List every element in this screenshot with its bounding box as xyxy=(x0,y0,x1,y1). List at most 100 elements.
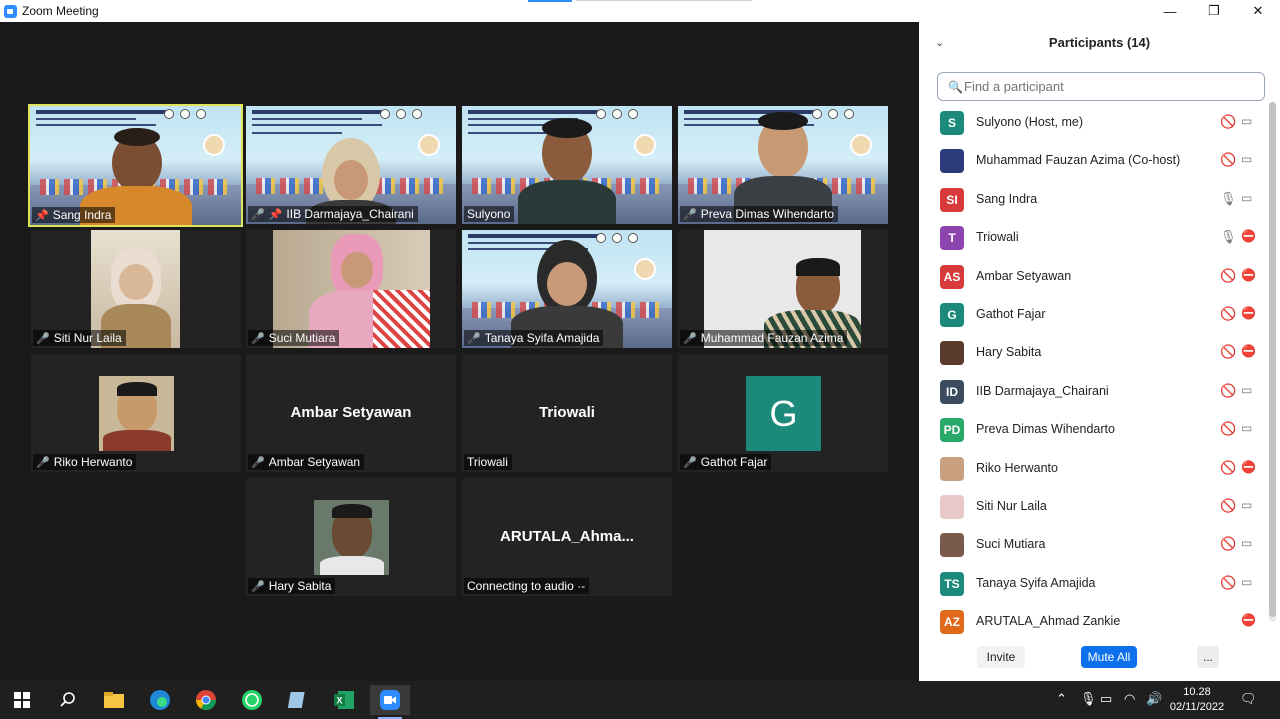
participant-row[interactable]: G Gathot Fajar 🚫 ⛔ xyxy=(919,296,1269,334)
microphone-icon[interactable]: 🎙 xyxy=(1220,229,1237,245)
excel-icon[interactable]: X xyxy=(324,685,364,715)
mute-all-button[interactable]: Mute All xyxy=(1081,646,1137,668)
participant-initials: SI xyxy=(940,187,964,212)
minimize-button[interactable]: — xyxy=(1148,0,1192,22)
file-explorer-icon[interactable] xyxy=(94,685,134,715)
video-tile[interactable]: 🎤 Preva Dimas Wihendarto xyxy=(678,106,888,224)
participant-row[interactable]: AZ ARUTALA_Ahmad Zankie ⛔ xyxy=(919,603,1269,634)
video-camera-icon[interactable]: ▭ xyxy=(1241,152,1252,166)
participant-initials: T xyxy=(940,226,964,251)
video-tile[interactable]: G 🎤 Gathot Fajar xyxy=(678,354,888,472)
video-off-icon[interactable]: ⛔ xyxy=(1241,613,1256,627)
participant-name: Siti Nur Laila xyxy=(976,499,1047,513)
video-off-icon[interactable]: ⛔ xyxy=(1241,344,1256,358)
video-off-icon[interactable]: ⛔ xyxy=(1241,268,1256,282)
video-tile[interactable]: Sulyono xyxy=(462,106,672,224)
view-tab-indicator xyxy=(528,0,572,2)
muted-mic-icon[interactable]: 🚫 xyxy=(1220,498,1236,514)
video-camera-icon[interactable]: ▭ xyxy=(1241,536,1252,550)
close-button[interactable]: ✕ xyxy=(1236,0,1280,22)
muted-mic-icon[interactable]: 🚫 xyxy=(1220,306,1236,322)
microphone-tray-icon[interactable]: 🎙 xyxy=(1080,691,1097,707)
video-tile[interactable]: 🎤 Siti Nur Laila xyxy=(31,230,241,348)
scrollbar-thumb[interactable] xyxy=(1269,102,1276,617)
video-tile[interactable]: Ambar Setyawan 🎤 Ambar Setyawan xyxy=(246,354,456,472)
video-tile[interactable]: 🎤 📌 IIB Darmajaya_Chairani xyxy=(246,106,456,224)
participant-row[interactable]: Riko Herwanto 🚫 ⛔ xyxy=(919,450,1269,488)
video-off-icon[interactable]: ⛔ xyxy=(1241,229,1256,243)
video-camera-icon[interactable]: ▭ xyxy=(1241,383,1252,397)
video-camera-icon[interactable]: ▭ xyxy=(1241,498,1252,512)
panel-title: Participants (14) xyxy=(1048,35,1151,50)
maximize-button[interactable]: ❐ xyxy=(1192,0,1236,22)
participant-initials: G xyxy=(940,303,964,327)
muted-mic-icon[interactable]: 🚫 xyxy=(1220,575,1236,591)
participant-row[interactable]: Muhammad Fauzan Azima (Co-host) 🚫 ▭ xyxy=(919,142,1269,180)
participant-name-display: Triowali xyxy=(539,404,595,421)
participant-row[interactable]: Hary Sabita 🚫 ⛔ xyxy=(919,334,1269,372)
windows-start-icon[interactable] xyxy=(2,685,42,715)
video-tile[interactable]: Triowali Triowali xyxy=(462,354,672,472)
microphone-icon[interactable]: 🎙 xyxy=(1220,191,1237,207)
video-camera-icon[interactable]: ▭ xyxy=(1241,421,1252,435)
video-off-icon[interactable]: ⛔ xyxy=(1241,306,1256,320)
participant-row[interactable]: AS Ambar Setyawan 🚫 ⛔ xyxy=(919,258,1269,296)
scrollbar[interactable] xyxy=(1269,102,1276,622)
window-titlebar: Zoom Meeting — ❐ ✕ xyxy=(0,0,1280,22)
muted-mic-icon[interactable]: 🚫 xyxy=(1220,460,1236,476)
wifi-icon[interactable]: ◠ xyxy=(1124,691,1135,707)
muted-mic-icon: 🎤 xyxy=(683,208,697,221)
zoom-taskbar-icon[interactable] xyxy=(370,685,410,719)
video-off-icon[interactable]: ⛔ xyxy=(1241,460,1256,474)
participant-row[interactable]: ID IIB Darmajaya_Chairani 🚫 ▭ xyxy=(919,373,1269,411)
participant-initials: AZ xyxy=(940,610,964,634)
participant-row[interactable]: Suci Mutiara 🚫 ▭ xyxy=(919,526,1269,564)
participant-search[interactable]: 🔍 xyxy=(937,72,1265,101)
muted-mic-icon[interactable]: 🚫 xyxy=(1220,344,1236,360)
muted-mic-icon[interactable]: 🚫 xyxy=(1220,536,1236,552)
video-tile[interactable]: 🎤 Muhammad Fauzan Azima xyxy=(678,230,888,348)
video-tile[interactable]: ARUTALA_Ahma... Connecting to audio ·- xyxy=(462,478,672,596)
participant-name: Sang Indra xyxy=(976,191,1038,206)
video-camera-icon[interactable]: ▭ xyxy=(1241,191,1252,205)
video-tile[interactable]: 🎤 Tanaya Syifa Amajida xyxy=(462,230,672,348)
battery-icon[interactable]: ▭ xyxy=(1100,691,1112,707)
muted-mic-icon[interactable]: 🚫 xyxy=(1220,114,1236,130)
chevron-up-icon[interactable]: ⌃ xyxy=(1056,691,1067,707)
participant-row[interactable]: Siti Nur Laila 🚫 ▭ xyxy=(919,488,1269,526)
search-icon[interactable] xyxy=(48,685,88,715)
video-tile[interactable]: 🎤 Hary Sabita xyxy=(246,478,456,596)
edge-icon[interactable] xyxy=(140,685,180,715)
notification-icon[interactable]: 🗨 xyxy=(1240,691,1257,707)
tile-name-label: Connecting to audio ·- xyxy=(464,578,590,594)
video-tile[interactable]: 🎤 Riko Herwanto xyxy=(31,354,241,472)
video-tile[interactable]: 🎤 Suci Mutiara xyxy=(246,230,456,348)
more-button[interactable]: ... xyxy=(1197,646,1219,668)
video-camera-icon[interactable]: ▭ xyxy=(1241,114,1252,128)
muted-mic-icon[interactable]: 🚫 xyxy=(1220,152,1236,168)
whatsapp-icon[interactable] xyxy=(232,685,272,715)
participant-video xyxy=(512,118,622,224)
chrome-icon[interactable] xyxy=(186,685,226,715)
system-clock[interactable]: 10.28 02/11/2022 xyxy=(1162,685,1232,715)
search-input[interactable] xyxy=(964,79,1254,94)
participant-row[interactable]: TS Tanaya Syifa Amajida 🚫 ▭ xyxy=(919,565,1269,603)
video-camera-icon[interactable]: ▭ xyxy=(1241,575,1252,589)
tile-name-label: 🎤 Ambar Setyawan xyxy=(248,454,365,470)
participant-initials: ID xyxy=(940,379,964,404)
video-tile[interactable]: 📌 Sang Indra xyxy=(28,104,243,227)
muted-mic-icon: 🎤 xyxy=(683,332,697,345)
notepad-icon[interactable] xyxy=(278,685,318,715)
muted-mic-icon[interactable]: 🚫 xyxy=(1220,268,1236,284)
invite-button[interactable]: Invite xyxy=(977,646,1025,668)
speaker-icon[interactable]: 🔊 xyxy=(1146,691,1162,707)
participant-row[interactable]: T Triowali 🎙 ⛔ xyxy=(919,219,1269,257)
participant-row[interactable]: SI Sang Indra 🎙 ▭ xyxy=(919,181,1269,219)
participant-row[interactable]: PD Preva Dimas Wihendarto 🚫 ▭ xyxy=(919,411,1269,449)
muted-mic-icon[interactable]: 🚫 xyxy=(1220,421,1236,437)
participant-row[interactable]: S Sulyono (Host, me) 🚫 ▭ xyxy=(919,104,1269,142)
muted-mic-icon: 🎤 xyxy=(251,580,265,593)
muted-mic-icon: 🎤 xyxy=(36,332,50,345)
participant-video xyxy=(99,376,174,451)
muted-mic-icon[interactable]: 🚫 xyxy=(1220,383,1236,399)
